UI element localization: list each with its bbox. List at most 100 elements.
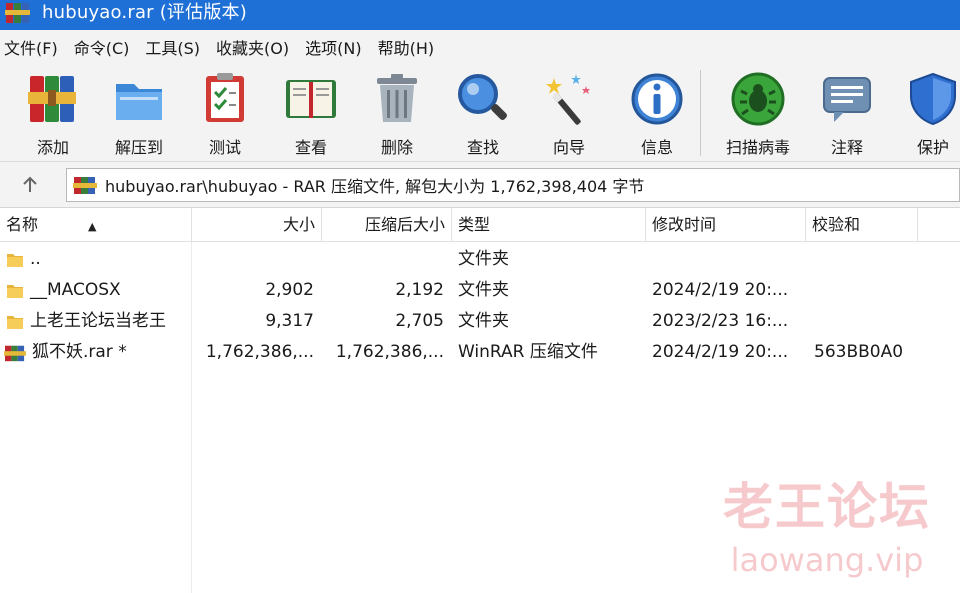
file-size — [192, 244, 314, 275]
view-button[interactable]: 查看 — [272, 68, 350, 158]
column-name-label: 名称 — [6, 215, 39, 234]
find-button[interactable]: 查找 — [444, 68, 522, 158]
toolbar: 添加 解压到 测试 查看 删除 查找 向导 信息 扫描病毒 注释 保护 — [0, 64, 960, 162]
folder-icon — [7, 284, 23, 298]
menu-file[interactable]: 文件(F) — [4, 35, 58, 59]
file-crc — [814, 244, 924, 275]
file-name: .. — [30, 249, 41, 269]
magic-wand-icon — [546, 74, 590, 125]
protect-button[interactable]: 保护 — [894, 68, 960, 158]
shield-icon — [910, 72, 956, 126]
title-bar: hubuyao.rar (评估版本) — [0, 0, 960, 30]
file-packed-size: 2,705 — [395, 311, 444, 331]
file-list: .. 文件夹 __MACOSX 2,902 2,192 文件夹 2024/2/1… — [0, 242, 960, 593]
find-label: 查找 — [466, 138, 499, 157]
file-name: 狐不妖.rar * — [32, 342, 127, 362]
delete-button[interactable]: 删除 — [358, 68, 436, 158]
magnifier-icon — [458, 74, 507, 120]
menu-favorites[interactable]: 收藏夹(O) — [216, 35, 289, 59]
file-size: 2,902 — [265, 280, 314, 300]
menu-bar: 文件(F) 命令(C) 工具(S) 收藏夹(O) 选项(N) 帮助(H) — [0, 30, 960, 64]
clipboard-check-icon — [206, 73, 244, 122]
table-row[interactable]: 狐不妖.rar * 1,762,386,... 1,762,386,... Wi… — [0, 337, 960, 368]
info-label: 信息 — [640, 138, 673, 157]
file-packed-size: 2,192 — [395, 280, 444, 300]
file-modified: 2024/2/19 20:... — [652, 342, 789, 362]
comment-label: 注释 — [830, 138, 863, 157]
file-name: __MACOSX — [30, 280, 121, 300]
file-crc: 563BB0A0 — [814, 342, 904, 362]
menu-help[interactable]: 帮助(H) — [378, 35, 435, 59]
column-size-label: 大小 — [282, 215, 315, 234]
toolbar-separator — [700, 70, 701, 156]
file-crc — [814, 306, 924, 337]
virus-scan-icon — [731, 72, 785, 126]
add-button[interactable]: 添加 — [14, 68, 92, 158]
test-label: 测试 — [208, 138, 241, 157]
file-modified: 2024/2/19 20:... — [652, 280, 789, 300]
file-modified — [652, 244, 804, 275]
folder-icon — [7, 253, 23, 267]
extract-to-label: 解压到 — [114, 138, 163, 157]
file-name: 上老王论坛当老王 — [30, 311, 166, 331]
winrar-app-icon — [5, 3, 30, 23]
file-type: 文件夹 — [458, 280, 509, 300]
column-size[interactable]: 大小 — [192, 208, 322, 242]
view-label: 查看 — [294, 138, 327, 157]
table-row[interactable]: __MACOSX 2,902 2,192 文件夹 2024/2/19 20:..… — [0, 275, 960, 306]
column-name[interactable]: 名称 ▲ — [0, 208, 192, 242]
table-row[interactable]: 上老王论坛当老王 9,317 2,705 文件夹 2023/2/23 16:..… — [0, 306, 960, 337]
file-name-cell: __MACOSX — [6, 275, 190, 306]
up-one-level-button[interactable] — [8, 170, 52, 200]
column-type-label: 类型 — [458, 215, 491, 234]
file-crc — [814, 275, 924, 306]
column-packed[interactable]: 压缩后大小 — [322, 208, 452, 242]
wizard-button[interactable]: 向导 — [530, 68, 608, 158]
file-size: 1,762,386,... — [205, 342, 314, 362]
address-bar[interactable]: hubuyao.rar\hubuyao - RAR 压缩文件, 解包大小为 1,… — [66, 168, 960, 202]
file-list-header: 名称 ▲ 大小 压缩后大小 类型 修改时间 校验和 — [0, 208, 960, 242]
file-type: 文件夹 — [458, 249, 509, 269]
column-packed-label: 压缩后大小 — [364, 215, 445, 234]
menu-commands[interactable]: 命令(C) — [74, 35, 130, 59]
virus-scan-button[interactable]: 扫描病毒 — [718, 68, 798, 158]
address-row: hubuyao.rar\hubuyao - RAR 压缩文件, 解包大小为 1,… — [0, 162, 960, 208]
delete-label: 删除 — [380, 138, 413, 157]
test-button[interactable]: 测试 — [186, 68, 264, 158]
folder-icon — [7, 315, 23, 329]
extract-to-button[interactable]: 解压到 — [100, 68, 178, 158]
comment-button[interactable]: 注释 — [808, 68, 886, 158]
trash-icon — [377, 74, 417, 122]
info-icon — [631, 73, 683, 125]
file-packed-size: 1,762,386,... — [335, 342, 444, 362]
column-crc[interactable]: 校验和 — [806, 208, 918, 242]
file-name-cell: 上老王论坛当老王 — [6, 306, 190, 337]
add-label: 添加 — [36, 138, 69, 157]
file-type: WinRAR 压缩文件 — [458, 342, 598, 362]
file-type: 文件夹 — [458, 311, 509, 331]
comment-icon — [823, 77, 871, 122]
menu-options[interactable]: 选项(N) — [305, 35, 361, 59]
window-title: hubuyao.rar (评估版本) — [42, 2, 247, 23]
file-name-cell: .. — [6, 244, 190, 275]
menu-tools[interactable]: 工具(S) — [145, 35, 200, 59]
folder-icon — [116, 84, 162, 120]
open-book-icon — [286, 80, 336, 118]
column-type[interactable]: 类型 — [452, 208, 646, 242]
address-path: hubuyao.rar\hubuyao - RAR 压缩文件, 解包大小为 1,… — [105, 177, 645, 196]
column-crc-label: 校验和 — [812, 215, 861, 234]
arrow-up-icon — [23, 176, 37, 192]
column-modified-label: 修改时间 — [652, 215, 717, 234]
file-packed-size — [322, 244, 444, 275]
rar-archive-icon — [4, 345, 26, 361]
protect-label: 保护 — [916, 138, 949, 157]
wizard-label: 向导 — [552, 138, 585, 157]
info-button[interactable]: 信息 — [618, 68, 696, 158]
file-modified: 2023/2/23 16:... — [652, 311, 789, 331]
virus-scan-label: 扫描病毒 — [725, 138, 790, 157]
file-name-cell: 狐不妖.rar * — [4, 337, 190, 368]
books-icon — [28, 76, 76, 122]
table-row[interactable]: .. 文件夹 — [0, 244, 960, 275]
column-modified[interactable]: 修改时间 — [646, 208, 806, 242]
sort-ascending-icon: ▲ — [88, 220, 97, 233]
